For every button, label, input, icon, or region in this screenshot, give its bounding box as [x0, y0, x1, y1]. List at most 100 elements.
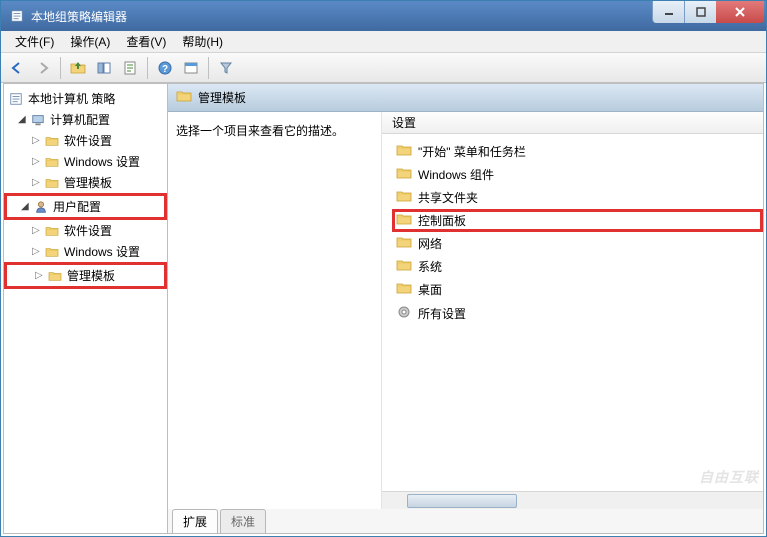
- svg-text:?: ?: [162, 64, 168, 75]
- tree-label: 本地计算机 策略: [28, 90, 115, 107]
- titlebar[interactable]: 本地组策略编辑器: [1, 1, 766, 31]
- list-item-network[interactable]: 网络: [392, 232, 763, 255]
- filter-button[interactable]: [214, 56, 238, 80]
- folder-icon: [396, 143, 412, 160]
- item-label: 共享文件夹: [418, 189, 478, 206]
- tree-label: 用户配置: [53, 198, 101, 215]
- right-body: 选择一个项目来查看它的描述。 设置 "开始" 菜单和任务栏 Windows 组件: [168, 112, 763, 509]
- path-header: 管理模板: [168, 84, 763, 112]
- description-pane: 选择一个项目来查看它的描述。: [168, 112, 382, 509]
- item-label: "开始" 菜单和任务栏: [418, 143, 526, 160]
- horizontal-scrollbar[interactable]: [382, 491, 763, 509]
- list-pane: 设置 "开始" 菜单和任务栏 Windows 组件: [382, 112, 763, 509]
- list-item-desktop[interactable]: 桌面: [392, 278, 763, 301]
- properties-button[interactable]: [118, 56, 142, 80]
- description-text: 选择一个项目来查看它的描述。: [176, 124, 344, 138]
- folder-icon: [396, 235, 412, 252]
- menu-help[interactable]: 帮助(H): [174, 31, 231, 52]
- menu-view[interactable]: 查看(V): [118, 31, 174, 52]
- list-item-all-settings[interactable]: 所有设置: [392, 301, 763, 326]
- expand-icon[interactable]: ▷: [32, 177, 44, 188]
- collapse-icon[interactable]: ◢: [21, 201, 33, 212]
- tree-computer-config[interactable]: ◢ 计算机配置: [4, 109, 167, 130]
- tree-label: 计算机配置: [50, 111, 110, 128]
- expand-icon[interactable]: ▷: [32, 225, 44, 236]
- toolbar-separator: [60, 57, 61, 79]
- path-title: 管理模板: [198, 89, 246, 106]
- item-label: 控制面板: [418, 212, 466, 229]
- list-item-system[interactable]: 系统: [392, 255, 763, 278]
- tree-label: 软件设置: [64, 222, 112, 239]
- tree-label: 管理模板: [64, 174, 112, 191]
- menubar: 文件(F) 操作(A) 查看(V) 帮助(H): [1, 31, 766, 53]
- tree-label: Windows 设置: [64, 153, 140, 170]
- tab-extended[interactable]: 扩展: [172, 509, 218, 533]
- user-icon: [33, 200, 49, 214]
- list-item-windows-components[interactable]: Windows 组件: [392, 163, 763, 186]
- watermark: 自由互联: [699, 467, 759, 487]
- tabs: 扩展 标准: [168, 509, 763, 533]
- list-column-header[interactable]: 设置: [382, 112, 763, 134]
- folder-icon: [44, 155, 60, 169]
- app-icon: [9, 8, 25, 24]
- show-tree-button[interactable]: [92, 56, 116, 80]
- tree-root[interactable]: 本地计算机 策略: [4, 88, 167, 109]
- collapse-icon[interactable]: ◢: [18, 114, 30, 125]
- folder-icon: [44, 245, 60, 259]
- list-item-control-panel[interactable]: 控制面板: [392, 209, 763, 232]
- list-items[interactable]: "开始" 菜单和任务栏 Windows 组件 共享文件夹 控制面板: [382, 134, 763, 491]
- tree-comp-admin[interactable]: ▷ 管理模板: [4, 172, 167, 193]
- content-area: 本地计算机 策略 ◢ 计算机配置 ▷ 软件设置 ▷ Windows 设置 ▷ 管…: [3, 83, 764, 534]
- folder-icon: [396, 166, 412, 183]
- tree-user-windows[interactable]: ▷ Windows 设置: [4, 241, 167, 262]
- list-item-shared-folders[interactable]: 共享文件夹: [392, 186, 763, 209]
- list-item-start-menu[interactable]: "开始" 菜单和任务栏: [392, 140, 763, 163]
- minimize-button[interactable]: [652, 1, 684, 23]
- tree-label: 软件设置: [64, 132, 112, 149]
- tree-user-software[interactable]: ▷ 软件设置: [4, 220, 167, 241]
- folder-icon: [47, 269, 63, 283]
- menu-file[interactable]: 文件(F): [7, 31, 62, 52]
- tree-comp-software[interactable]: ▷ 软件设置: [4, 130, 167, 151]
- tree-panel[interactable]: 本地计算机 策略 ◢ 计算机配置 ▷ 软件设置 ▷ Windows 设置 ▷ 管…: [4, 84, 168, 533]
- tab-standard[interactable]: 标准: [220, 509, 266, 533]
- tree-label: Windows 设置: [64, 243, 140, 260]
- up-button[interactable]: [66, 56, 90, 80]
- tree-user-config[interactable]: ◢ 用户配置: [4, 193, 167, 220]
- window: 本地组策略编辑器 文件(F) 操作(A) 查看(V) 帮助(H) ? 本地计算机…: [0, 0, 767, 537]
- tree-label: 管理模板: [67, 267, 115, 284]
- expand-icon[interactable]: ▷: [32, 246, 44, 257]
- policy-icon: [8, 92, 24, 106]
- folder-icon: [44, 224, 60, 238]
- folder-icon: [44, 134, 60, 148]
- window-controls: [652, 1, 764, 23]
- close-button[interactable]: [716, 1, 764, 23]
- menu-action[interactable]: 操作(A): [62, 31, 118, 52]
- folder-icon: [176, 89, 192, 106]
- computer-icon: [30, 113, 46, 127]
- scrollbar-thumb[interactable]: [407, 494, 517, 508]
- expand-icon[interactable]: ▷: [35, 270, 47, 281]
- item-label: 所有设置: [418, 305, 466, 322]
- expand-icon[interactable]: ▷: [32, 135, 44, 146]
- folder-icon: [44, 176, 60, 190]
- folder-icon: [396, 212, 412, 229]
- options-button[interactable]: [179, 56, 203, 80]
- gear-icon: [396, 304, 412, 323]
- item-label: 桌面: [418, 281, 442, 298]
- tree-comp-windows[interactable]: ▷ Windows 设置: [4, 151, 167, 172]
- folder-icon: [396, 189, 412, 206]
- forward-button[interactable]: [31, 56, 55, 80]
- toolbar-separator: [147, 57, 148, 79]
- back-button[interactable]: [5, 56, 29, 80]
- maximize-button[interactable]: [684, 1, 716, 23]
- help-button[interactable]: ?: [153, 56, 177, 80]
- expand-icon[interactable]: ▷: [32, 156, 44, 167]
- folder-icon: [396, 258, 412, 275]
- right-panel: 管理模板 选择一个项目来查看它的描述。 设置 "开始" 菜单和任务栏: [168, 84, 763, 533]
- folder-icon: [396, 281, 412, 298]
- item-label: 系统: [418, 258, 442, 275]
- toolbar-separator: [208, 57, 209, 79]
- toolbar: ?: [1, 53, 766, 83]
- tree-user-admin[interactable]: ▷ 管理模板: [4, 262, 167, 289]
